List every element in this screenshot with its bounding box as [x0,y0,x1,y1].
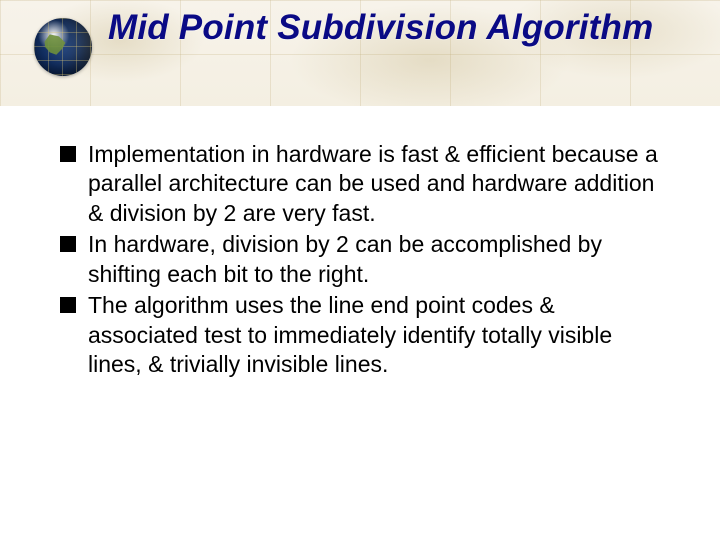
slide-title: Mid Point Subdivision Algorithm [108,6,700,50]
list-item: Implementation in hardware is fast & eff… [60,140,666,228]
slide-header: Mid Point Subdivision Algorithm [0,0,720,106]
square-bullet-icon [60,146,76,162]
square-bullet-icon [60,236,76,252]
globe-icon [34,18,92,76]
slide-body: Implementation in hardware is fast & eff… [0,106,720,380]
list-item: The algorithm uses the line end point co… [60,291,666,379]
bullet-text: In hardware, division by 2 can be accomp… [88,231,602,286]
bullet-text: The algorithm uses the line end point co… [88,292,612,377]
list-item: In hardware, division by 2 can be accomp… [60,230,666,289]
bullet-text: Implementation in hardware is fast & eff… [88,141,658,226]
square-bullet-icon [60,297,76,313]
